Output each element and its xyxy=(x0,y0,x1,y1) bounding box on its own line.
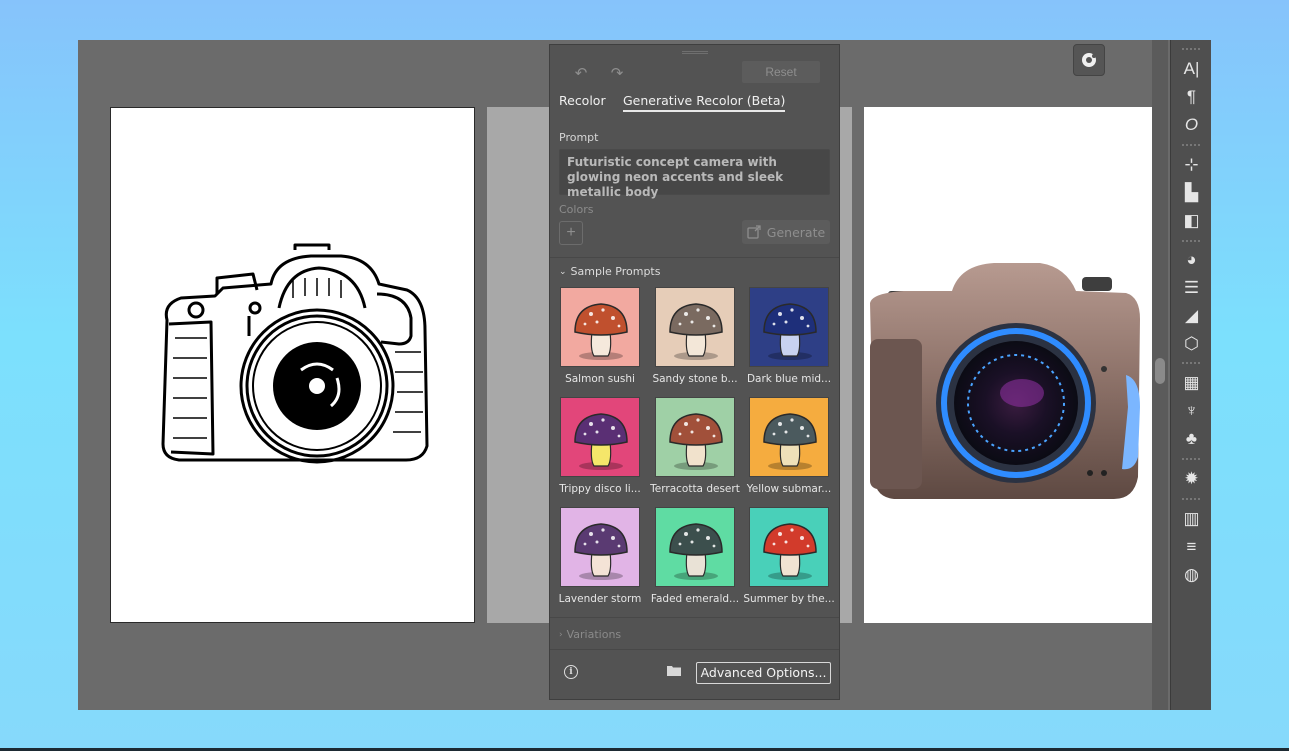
character-icon[interactable]: A| xyxy=(1171,57,1211,81)
generated-camera-image xyxy=(870,263,1140,499)
toolbar-divider xyxy=(1182,498,1200,500)
color-palette-icon[interactable]: ◕ xyxy=(1171,248,1211,272)
canvas-scroll-thumb[interactable] xyxy=(1155,358,1165,384)
prompt-label: Prompt xyxy=(559,131,599,144)
align-icon[interactable]: ▙ xyxy=(1171,181,1211,205)
sample-prompt-card[interactable]: Sandy stone b... xyxy=(652,287,738,385)
transparency-icon[interactable]: ◍ xyxy=(1171,563,1211,587)
sample-prompt-card[interactable]: Summer by the... xyxy=(743,507,835,605)
tab-recolor[interactable]: Recolor xyxy=(559,93,606,108)
mushroom-thumbnail xyxy=(560,507,640,587)
prompt-input[interactable]: Futuristic concept camera with glowing n… xyxy=(559,149,830,199)
gradient-shape-icon[interactable]: ◢ xyxy=(1171,304,1211,328)
sample-prompt-card[interactable]: Yellow submar... xyxy=(747,397,831,495)
folder-icon[interactable] xyxy=(667,665,681,676)
mushroom-thumbnail xyxy=(749,397,829,477)
undo-icon[interactable]: ↶ xyxy=(570,63,592,83)
mushroom-thumbnail xyxy=(655,507,735,587)
mushroom-thumbnail xyxy=(560,287,640,367)
generate-label: Generate xyxy=(766,224,826,240)
advanced-options-button[interactable]: Advanced Options... xyxy=(696,662,831,684)
info-icon[interactable]: i xyxy=(564,665,578,679)
mushroom-thumbnail xyxy=(655,287,735,367)
recolor-panel: ↶ ↷ Reset Recolor Generative Recolor (Be… xyxy=(549,44,840,700)
sample-prompt-card[interactable]: Salmon sushi xyxy=(560,287,642,385)
toolbar-divider xyxy=(1182,458,1200,460)
properties-icon[interactable]: ☰ xyxy=(1171,276,1211,300)
toolbar-divider xyxy=(1182,362,1200,364)
sample-prompt-label: Salmon sushi xyxy=(565,373,635,385)
paragraph-icon[interactable]: ¶ xyxy=(1171,85,1211,109)
sample-prompt-card[interactable]: Faded emerald... xyxy=(651,507,739,605)
sample-prompt-label: Faded emerald... xyxy=(650,593,740,605)
brushes-icon[interactable]: ♆ xyxy=(1171,399,1211,423)
recolor-icon xyxy=(1082,53,1096,67)
sample-prompt-label: Summer by the... xyxy=(743,593,835,605)
symbols-icon[interactable]: ♣ xyxy=(1171,427,1211,451)
line-art-camera-image xyxy=(161,243,429,464)
section-divider xyxy=(550,617,839,618)
sample-prompt-label: Yellow submar... xyxy=(746,483,832,495)
sample-prompt-card[interactable]: Dark blue mid... xyxy=(747,287,831,385)
mushroom-thumbnail xyxy=(560,397,640,477)
mushroom-thumbnail xyxy=(655,397,735,477)
variations-label: Variations xyxy=(566,628,622,641)
section-divider xyxy=(550,649,839,650)
artboard-generated[interactable] xyxy=(864,107,1152,623)
3d-icon[interactable]: ⬡ xyxy=(1171,332,1211,356)
plus-icon: + xyxy=(566,224,576,241)
add-color-button[interactable]: + xyxy=(559,221,583,245)
chevron-right-icon: › xyxy=(559,629,563,640)
toolbar-divider xyxy=(1182,144,1200,146)
redo-icon[interactable]: ↷ xyxy=(606,63,628,83)
toolbar-divider xyxy=(1182,240,1200,242)
swatches-icon[interactable]: ▦ xyxy=(1171,371,1211,395)
sample-prompt-label: Dark blue mid... xyxy=(746,373,832,385)
appearance-icon[interactable]: ✹ xyxy=(1171,467,1211,491)
mushroom-thumbnail xyxy=(749,287,829,367)
pathfinder-icon[interactable]: ◧ xyxy=(1171,209,1211,233)
mushroom-thumbnail xyxy=(749,507,829,587)
sample-prompt-label: Sandy stone b... xyxy=(652,373,738,385)
transform-icon[interactable]: ⊹ xyxy=(1171,153,1211,177)
stroke-icon[interactable]: ≡ xyxy=(1171,535,1211,559)
variations-toggle[interactable]: › Variations xyxy=(559,628,621,641)
sample-prompt-card[interactable]: Trippy disco li... xyxy=(559,397,642,495)
sample-prompts-toggle[interactable]: ⌄ Sample Prompts xyxy=(559,265,660,278)
sample-prompt-label: Trippy disco li... xyxy=(559,483,641,495)
panel-grip[interactable] xyxy=(682,51,708,54)
toolbar-divider xyxy=(1182,48,1200,50)
sample-prompt-label: Lavender storm xyxy=(558,593,642,605)
opentype-icon[interactable]: O xyxy=(1171,113,1211,137)
sample-prompts-label: Sample Prompts xyxy=(570,265,661,278)
recolor-float-button[interactable] xyxy=(1073,44,1105,76)
right-panel-toolbar: A| ¶ O ⊹ ▙ ◧ ◕ ☰ ◢ ⬡ ▦ ♆ ♣ ✹ ▥ ≡ ◍ xyxy=(1170,40,1211,710)
generate-button[interactable]: Generate xyxy=(742,220,830,244)
sample-prompt-label: Terracotta desert xyxy=(650,483,740,495)
colors-label: Colors xyxy=(559,203,594,216)
gradient-icon[interactable]: ▥ xyxy=(1171,507,1211,531)
sample-prompt-card[interactable]: Terracotta desert xyxy=(650,397,740,495)
section-divider xyxy=(550,257,839,258)
artboard-line-art[interactable] xyxy=(110,107,475,623)
reset-button[interactable]: Reset xyxy=(742,61,820,83)
generate-icon xyxy=(747,225,761,239)
chevron-down-icon: ⌄ xyxy=(559,266,567,277)
sample-prompt-card[interactable]: Lavender storm xyxy=(559,507,642,605)
tab-generative-recolor[interactable]: Generative Recolor (Beta) xyxy=(623,93,786,112)
